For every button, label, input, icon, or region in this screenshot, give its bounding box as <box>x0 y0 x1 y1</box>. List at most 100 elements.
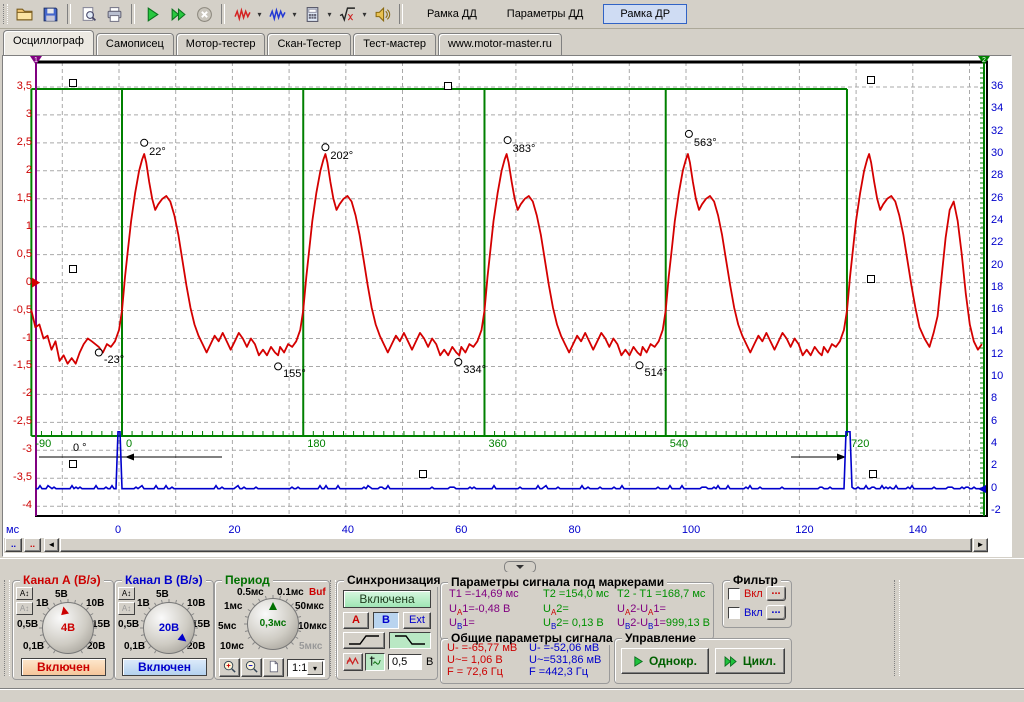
channel-a-wave-icon-dropdown[interactable]: ▾ <box>255 3 264 26</box>
sync-state-button[interactable]: Включена <box>343 590 431 608</box>
channel-b-group: Канал В (В/э) A↕ A↕ 5В 1В 0,5В 0,1В 10В … <box>114 580 214 680</box>
waveform-plot[interactable]: 12 <box>3 56 1011 534</box>
t2-value: T2 =154,0 мс <box>543 588 609 600</box>
channel-b-title: Канал В (В/э) <box>122 573 206 587</box>
ua1-value: UA1=-0,48 В <box>449 603 510 617</box>
toolbar-grip[interactable] <box>3 4 8 24</box>
filter-b-more-button[interactable]: ... <box>766 605 786 620</box>
t2-t1-value: T2 - T1 =168,7 мс <box>617 588 705 600</box>
filter-group: Фильтр Вкл ... Вкл ... <box>722 580 792 628</box>
start-single-icon[interactable] <box>139 2 165 27</box>
tab-осциллограф[interactable]: Осциллограф <box>3 30 94 55</box>
control-panel: Канал А (В/э) A↕ A↕ 5В 1В 0,5В 0,1В 10В … <box>0 572 1024 689</box>
tab-тест-мастер[interactable]: Тест-мастер <box>353 33 436 55</box>
svg-text:2: 2 <box>982 57 986 64</box>
toolbar-separator <box>399 4 403 24</box>
sync-group: Синхронизация Включена А В Ext 0,5 В <box>336 580 438 680</box>
chevron-down-icon[interactable]: ▾ <box>307 661 323 675</box>
autoscale-ab-button[interactable]: A↕ <box>118 602 135 615</box>
channel-a-knob[interactable]: 4В <box>42 602 94 654</box>
tab-www.motor-master.ru[interactable]: www.motor-master.ru <box>438 33 562 55</box>
channel-b-power-button[interactable]: Включен <box>122 658 207 676</box>
plot-panel: 12 3,532,521,510,50-0,5-1-1,5-2-2,5-3-3,… <box>2 55 1012 557</box>
toolbar-separator <box>131 4 135 24</box>
scroll-thumb[interactable] <box>60 538 972 552</box>
toolbar-icons: ▾ ▾ ▾ ▾ <box>11 2 407 27</box>
params-dd-button[interactable]: Параметры ДД <box>497 4 594 24</box>
channel-a-wave-icon[interactable] <box>229 2 255 27</box>
t1-value: T1 =-14,69 мс <box>449 588 519 600</box>
falling-edge-button[interactable] <box>389 632 431 649</box>
filter-a-more-button[interactable]: ... <box>766 586 786 601</box>
math-function-icon[interactable] <box>334 2 360 27</box>
math-function-icon-dropdown[interactable]: ▾ <box>360 3 369 26</box>
channel-a-scale-button[interactable]: .. <box>5 538 22 552</box>
ua2-value: UA2= <box>543 603 569 617</box>
u-minus-a: U- =-65,77 мВ <box>447 642 517 654</box>
zoom-in-button[interactable] <box>219 658 240 677</box>
period-knob[interactable]: 0,3мс <box>247 598 299 650</box>
sync-level-input[interactable]: 0,5 <box>388 654 422 670</box>
calculator-icon-dropdown[interactable]: ▾ <box>325 3 334 26</box>
manage-title: Управление <box>622 631 699 645</box>
marker-params-title: Параметры сигнала под маркерами <box>448 575 667 589</box>
calculator-icon[interactable] <box>299 2 325 27</box>
frame-dd-button[interactable]: Рамка ДД <box>417 4 487 24</box>
frame-dr-button[interactable]: Рамка ДР <box>603 4 687 24</box>
single-run-button[interactable]: Однокр. <box>621 648 709 674</box>
sound-icon[interactable] <box>369 2 395 27</box>
u-ac-b: U~=531,86 мВ <box>529 654 601 666</box>
autoscale-ab-button[interactable]: A↕ <box>16 602 33 615</box>
freq-a: F = 72,6 Гц <box>447 666 503 678</box>
scale-ratio-select[interactable]: 1:1 ▾ <box>287 659 325 677</box>
sync-title: Синхронизация <box>344 573 444 587</box>
buffer-label: Buf <box>309 587 326 598</box>
sync-source-ext-button[interactable]: Ext <box>403 612 431 629</box>
save-icon[interactable] <box>37 2 63 27</box>
open-file-icon[interactable] <box>11 2 37 27</box>
panel-grip[interactable] <box>894 580 900 676</box>
fast-play-icon <box>724 656 738 667</box>
print-icon[interactable] <box>101 2 127 27</box>
play-icon <box>633 656 644 667</box>
stop-icon[interactable] <box>191 2 217 27</box>
panel-grip[interactable] <box>4 580 10 676</box>
zoom-out-button[interactable] <box>241 658 262 677</box>
toolbar-separator <box>221 4 225 24</box>
manage-group: Управление Однокр. Цикл. <box>614 638 792 684</box>
sync-mode-wave-button[interactable] <box>343 653 363 671</box>
scale-label: 10мс <box>220 641 244 652</box>
filter-a-checkbox[interactable] <box>728 588 740 600</box>
filter-b-checkbox[interactable] <box>728 607 740 619</box>
print-preview-icon[interactable] <box>75 2 101 27</box>
sync-source-a-button[interactable]: А <box>343 612 369 629</box>
channel-b-scale-button[interactable]: .. <box>24 538 41 552</box>
scale-label: 5мс <box>218 621 236 632</box>
channel-b-knob[interactable]: 20В <box>143 602 195 654</box>
horizontal-scrollbar[interactable]: .. .. ◄ ► <box>4 538 988 553</box>
scroll-left-button[interactable]: ◄ <box>44 538 59 552</box>
autoscale-b-button[interactable]: A↕ <box>118 587 135 600</box>
cycle-run-button[interactable]: Цикл. <box>715 648 785 674</box>
sync-source-b-button[interactable]: В <box>373 612 399 629</box>
u-ac-a: U~= 1,06 В <box>447 654 503 666</box>
tab-мотор-тестер[interactable]: Мотор-тестер <box>176 33 266 55</box>
tab-самописец[interactable]: Самописец <box>96 33 174 55</box>
start-cycle-icon[interactable] <box>165 2 191 27</box>
oscilloscope-window: ▾ ▾ ▾ ▾ Рамка ДД Параметры ДД Рамка ДР Осци… <box>0 0 1024 702</box>
u-minus-b: U- =-52,06 мВ <box>529 642 599 654</box>
ub2-value: UB2= 0,13 В <box>543 617 604 631</box>
scroll-right-button[interactable]: ► <box>973 538 988 552</box>
scale-label: 1мс <box>224 601 242 612</box>
tab-скан-тестер[interactable]: Скан-Тестер <box>267 33 351 55</box>
channel-b-wave-icon-dropdown[interactable]: ▾ <box>290 3 299 26</box>
channel-b-wave-icon[interactable] <box>264 2 290 27</box>
sync-mode-level-button[interactable] <box>365 653 385 671</box>
freq-b: F =442,3 Гц <box>529 666 588 678</box>
new-page-button[interactable] <box>263 658 284 677</box>
bottom-strip <box>0 689 1024 702</box>
panel-splitter[interactable] <box>0 558 1024 573</box>
autoscale-a-button[interactable]: A↕ <box>16 587 33 600</box>
rising-edge-button[interactable] <box>343 632 385 649</box>
channel-a-power-button[interactable]: Включен <box>21 658 106 676</box>
